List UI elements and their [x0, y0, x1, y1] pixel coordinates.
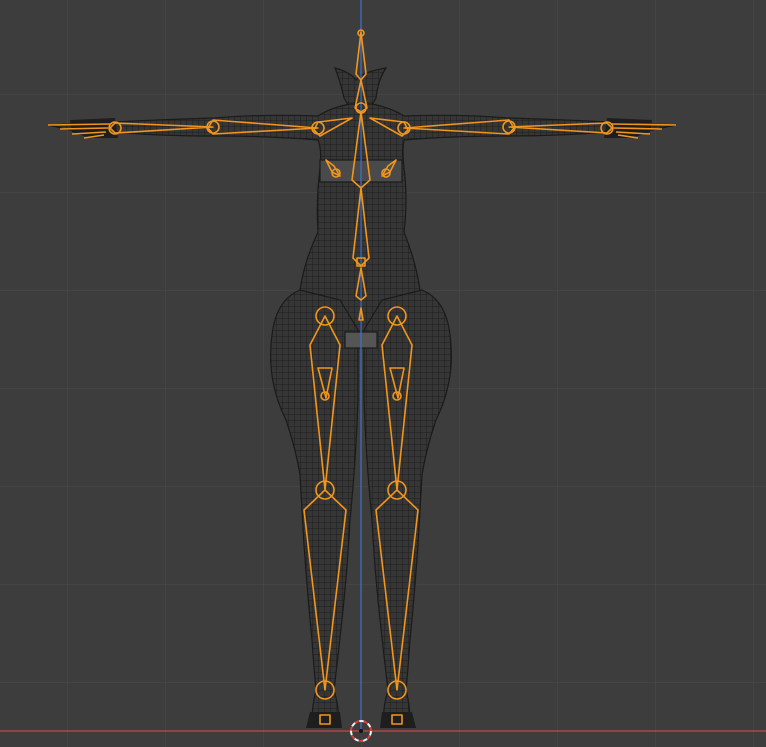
3d-viewport[interactable]: [0, 0, 766, 747]
3d-cursor-center: [359, 729, 363, 733]
